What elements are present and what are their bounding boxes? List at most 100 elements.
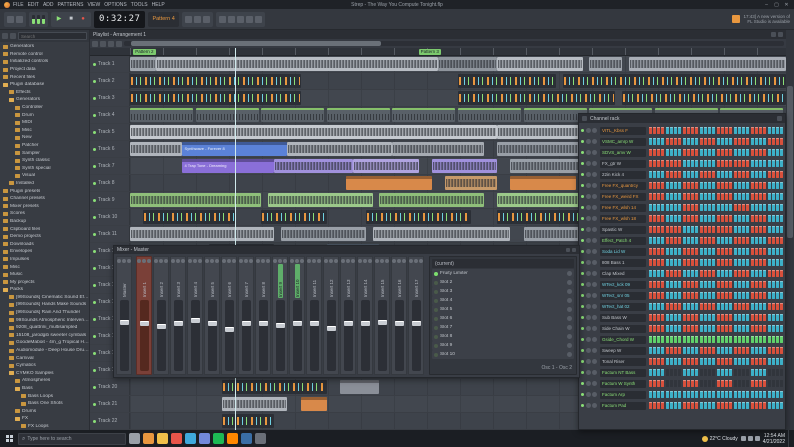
step-cell[interactable] <box>717 248 720 255</box>
step-cell[interactable] <box>738 325 741 332</box>
browser-item[interactable]: Plugin presets <box>0 187 89 195</box>
fader-handle[interactable] <box>360 321 370 327</box>
playlist-clip[interactable] <box>130 125 498 139</box>
step-cell[interactable] <box>755 127 758 134</box>
step-cell[interactable] <box>772 193 775 200</box>
step-cell[interactable] <box>746 380 749 387</box>
track-mute-led[interactable] <box>93 419 96 423</box>
step-cell[interactable] <box>717 226 720 233</box>
step-cell[interactable] <box>725 369 728 376</box>
step-cell[interactable] <box>695 270 698 277</box>
step-cell[interactable] <box>729 380 732 387</box>
browser-item[interactable]: Drums <box>0 408 89 416</box>
track-mute-led[interactable] <box>93 283 96 287</box>
step-cell[interactable] <box>768 149 771 156</box>
step-cell[interactable] <box>704 380 707 387</box>
step-cell[interactable] <box>712 193 715 200</box>
slot-enable-led[interactable] <box>434 334 438 339</box>
step-cell[interactable] <box>751 402 754 409</box>
step-cell[interactable] <box>691 336 694 343</box>
step-cell[interactable] <box>759 138 762 145</box>
step-cell[interactable] <box>674 380 677 387</box>
track-lane[interactable] <box>130 90 786 106</box>
channel-enable-led[interactable] <box>581 393 584 396</box>
step-cell[interactable] <box>742 358 745 365</box>
step-cell[interactable] <box>700 138 703 145</box>
step-cell[interactable] <box>712 336 715 343</box>
step-cell[interactable] <box>763 127 766 134</box>
menu-options[interactable]: OPTIONS <box>104 2 127 8</box>
draw-tool-icon[interactable] <box>92 40 98 47</box>
track-mute-led[interactable] <box>93 113 96 117</box>
playlist-clip[interactable] <box>274 159 354 173</box>
strip-knob[interactable] <box>385 259 389 263</box>
step-cell[interactable] <box>661 369 664 376</box>
step-cell[interactable] <box>721 182 724 189</box>
browser-item[interactable]: New <box>0 134 89 142</box>
hscroll-handle[interactable] <box>130 41 382 46</box>
step-cell[interactable] <box>717 138 720 145</box>
step-cell[interactable] <box>649 215 652 222</box>
step-cell[interactable] <box>738 402 741 409</box>
step-cell[interactable] <box>738 259 741 266</box>
channel-button[interactable]: Factum W Synth <box>600 379 646 388</box>
step-cell[interactable] <box>751 237 754 244</box>
step-cell[interactable] <box>712 248 715 255</box>
strip-knob[interactable] <box>164 259 168 263</box>
playlist-clip[interactable] <box>130 227 275 241</box>
channel-enable-led[interactable] <box>581 283 584 286</box>
mixer-strip[interactable]: Insert 3 <box>170 256 186 375</box>
strip-knob[interactable] <box>392 259 396 263</box>
fx-slot[interactable]: Slot 10 <box>432 350 574 359</box>
step-cell[interactable] <box>649 402 652 409</box>
step-cell[interactable] <box>751 270 754 277</box>
step-cell[interactable] <box>751 171 754 178</box>
step-cell[interactable] <box>704 248 707 255</box>
playlist-clip[interactable] <box>562 74 786 88</box>
step-cell[interactable] <box>755 138 758 145</box>
step-cell[interactable] <box>755 314 758 321</box>
step-cell[interactable] <box>746 160 749 167</box>
step-cell[interactable] <box>683 369 686 376</box>
mixer-fader[interactable] <box>207 300 217 371</box>
vscroll-handle[interactable] <box>787 86 793 238</box>
pan-knob[interactable] <box>586 315 591 320</box>
step-cell[interactable] <box>776 281 779 288</box>
step-cell[interactable] <box>780 281 783 288</box>
step-cell[interactable] <box>704 127 707 134</box>
browser-item[interactable]: FX <box>0 415 89 423</box>
strip-knob[interactable] <box>256 259 260 263</box>
step-cell[interactable] <box>695 127 698 134</box>
browser-toggle-icon[interactable] <box>254 15 262 23</box>
step-cell[interactable] <box>729 127 732 134</box>
step-cell[interactable] <box>661 380 664 387</box>
step-cell[interactable] <box>674 204 677 211</box>
step-cell[interactable] <box>670 226 673 233</box>
step-cell[interactable] <box>683 259 686 266</box>
channel-button[interactable]: Free FX_wlsh 18 <box>600 214 646 223</box>
mixer-strip[interactable]: Insert 10 <box>289 256 305 375</box>
step-cell[interactable] <box>763 226 766 233</box>
step-cell[interactable] <box>729 248 732 255</box>
step-cell[interactable] <box>708 369 711 376</box>
strip-knob[interactable] <box>188 259 192 263</box>
step-cell[interactable] <box>691 160 694 167</box>
step-cell[interactable] <box>759 270 762 277</box>
mixer-fader[interactable] <box>190 300 200 371</box>
playlist-detach-icon[interactable] <box>771 32 776 37</box>
pan-knob[interactable] <box>586 348 591 353</box>
strip-knob[interactable] <box>205 259 209 263</box>
step-cell[interactable] <box>687 391 690 398</box>
step-cell[interactable] <box>768 138 771 145</box>
track-mute-led[interactable] <box>93 198 96 202</box>
slot-mix-knob[interactable] <box>567 334 572 339</box>
mixer-strip[interactable]: Insert 2 <box>153 256 169 375</box>
step-cell[interactable] <box>721 204 724 211</box>
strip-knob[interactable] <box>341 259 345 263</box>
channel-button[interactable]: 22in Kick 4 <box>600 170 646 179</box>
step-cell[interactable] <box>734 402 737 409</box>
step-cell[interactable] <box>700 336 703 343</box>
mixer-strip[interactable]: Insert 16 <box>391 256 407 375</box>
step-cell[interactable] <box>695 281 698 288</box>
pan-knob[interactable] <box>586 139 591 144</box>
